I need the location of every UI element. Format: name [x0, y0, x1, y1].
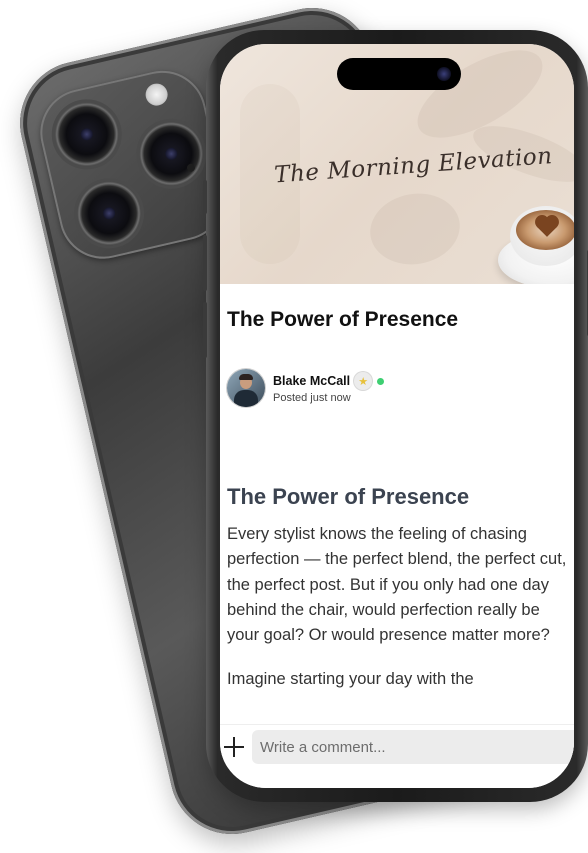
post-title: The Power of Presence — [227, 308, 459, 331]
flash-icon — [143, 81, 170, 108]
banner-title: The Morning Elevation — [273, 143, 554, 189]
article-heading: The Power of Presence — [227, 484, 470, 509]
add-attachment-icon[interactable] — [224, 737, 244, 757]
volume-down-button — [203, 302, 207, 358]
author-name-line: Blake McCall ★ — [273, 372, 385, 390]
camera-lens-icon — [48, 95, 126, 173]
article-paragraph: Imagine starting your day with the — [227, 670, 474, 689]
article-paragraph: Every stylist knows the feeling of chasi… — [227, 525, 567, 645]
star-badge-icon: ★ — [354, 372, 373, 390]
leaf-shadow — [364, 186, 466, 272]
comment-bar — [220, 724, 574, 788]
author-name[interactable]: Blake McCall — [273, 374, 350, 388]
article-body: Every stylist knows the feeling of chasi… — [227, 522, 567, 712]
author-meta: Blake McCall ★ Posted just now — [273, 372, 385, 404]
volume-up-button — [203, 235, 207, 291]
phone-screen: The Morning Elevation The Power of Prese… — [220, 44, 574, 788]
avatar-hair — [239, 374, 253, 380]
comment-input[interactable] — [252, 730, 574, 764]
author-row[interactable]: Blake McCall ★ Posted just now — [227, 368, 385, 408]
dynamic-island — [337, 58, 461, 90]
front-phone: The Morning Elevation The Power of Prese… — [203, 30, 588, 802]
camera-lens-icon — [132, 115, 210, 193]
camera-lens-icon — [70, 174, 148, 252]
post-timestamp: Posted just now — [273, 392, 351, 404]
avatar-body — [234, 390, 258, 407]
action-button — [203, 180, 207, 214]
online-status-dot — [377, 377, 385, 385]
front-camera-icon — [437, 67, 451, 81]
avatar[interactable] — [227, 369, 265, 407]
